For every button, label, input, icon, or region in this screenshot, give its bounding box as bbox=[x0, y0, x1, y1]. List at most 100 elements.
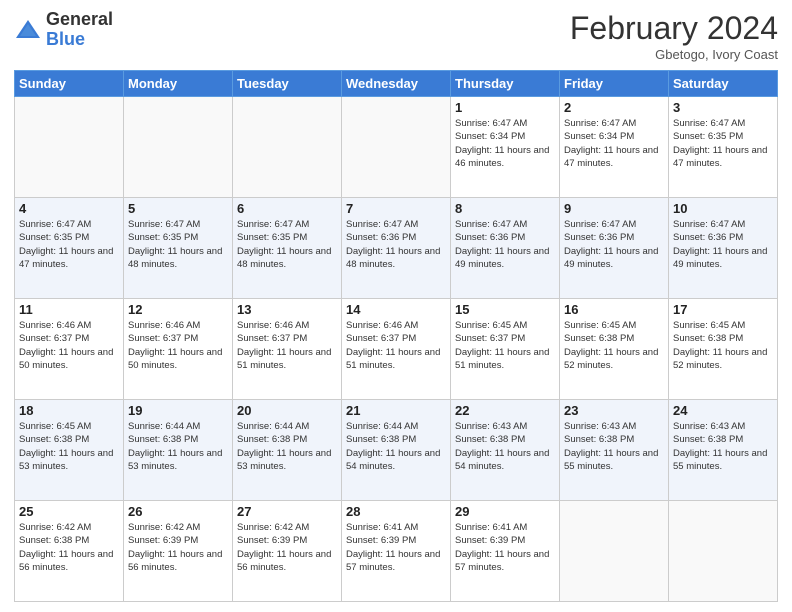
day-info: Sunrise: 6:42 AM Sunset: 6:39 PM Dayligh… bbox=[128, 521, 228, 574]
day-info: Sunrise: 6:41 AM Sunset: 6:39 PM Dayligh… bbox=[455, 521, 555, 574]
table-row: 29 Sunrise: 6:41 AM Sunset: 6:39 PM Dayli… bbox=[451, 501, 560, 602]
day-info: Sunrise: 6:41 AM Sunset: 6:39 PM Dayligh… bbox=[346, 521, 446, 574]
table-row: 11 Sunrise: 6:46 AM Sunset: 6:37 PM Dayli… bbox=[15, 299, 124, 400]
day-info: Sunrise: 6:43 AM Sunset: 6:38 PM Dayligh… bbox=[673, 420, 773, 473]
table-row: 20Sunrise: 6:44 AM Sunset: 6:38 PM Dayli… bbox=[233, 400, 342, 501]
table-row: 13Sunrise: 6:46 AM Sunset: 6:37 PM Dayli… bbox=[233, 299, 342, 400]
title-block: February 2024 Gbetogo, Ivory Coast bbox=[570, 10, 778, 62]
day-number: 15 bbox=[455, 302, 555, 317]
col-thursday: Thursday bbox=[451, 71, 560, 97]
table-row: 25 Sunrise: 6:42 AM Sunset: 6:38 PM Dayli… bbox=[15, 501, 124, 602]
table-row bbox=[669, 501, 778, 602]
day-number: 24 bbox=[673, 403, 773, 418]
day-number: 28 bbox=[346, 504, 446, 519]
day-number: 21 bbox=[346, 403, 446, 418]
day-number: 9 bbox=[564, 201, 664, 216]
col-monday: Monday bbox=[124, 71, 233, 97]
logo-blue-text: Blue bbox=[46, 30, 113, 50]
day-info: Sunrise: 6:47 AM Sunset: 6:35 PM Dayligh… bbox=[673, 117, 773, 170]
table-row: 7 Sunrise: 6:47 AM Sunset: 6:36 PM Daylig… bbox=[342, 198, 451, 299]
table-row: 22 Sunrise: 6:43 AM Sunset: 6:38 PM Dayli… bbox=[451, 400, 560, 501]
day-number: 22 bbox=[455, 403, 555, 418]
logo-general-text: General bbox=[46, 10, 113, 30]
header: General Blue February 2024 Gbetogo, Ivor… bbox=[14, 10, 778, 62]
day-info: Sunrise: 6:46 AM Sunset: 6:37 PM Dayligh… bbox=[128, 319, 228, 372]
calendar-week-row: 11 Sunrise: 6:46 AM Sunset: 6:37 PM Dayli… bbox=[15, 299, 778, 400]
day-number: 6 bbox=[237, 201, 337, 216]
calendar-table: Sunday Monday Tuesday Wednesday Thursday… bbox=[14, 70, 778, 602]
table-row: 8 Sunrise: 6:47 AM Sunset: 6:36 PM Daylig… bbox=[451, 198, 560, 299]
page: General Blue February 2024 Gbetogo, Ivor… bbox=[0, 0, 792, 612]
col-tuesday: Tuesday bbox=[233, 71, 342, 97]
day-info: Sunrise: 6:47 AM Sunset: 6:34 PM Dayligh… bbox=[455, 117, 555, 170]
day-info: Sunrise: 6:47 AM Sunset: 6:36 PM Dayligh… bbox=[346, 218, 446, 271]
table-row: 1 Sunrise: 6:47 AM Sunset: 6:34 PM Daylig… bbox=[451, 97, 560, 198]
day-info: Sunrise: 6:47 AM Sunset: 6:36 PM Dayligh… bbox=[564, 218, 664, 271]
day-number: 29 bbox=[455, 504, 555, 519]
day-info: Sunrise: 6:47 AM Sunset: 6:36 PM Dayligh… bbox=[673, 218, 773, 271]
day-number: 16 bbox=[564, 302, 664, 317]
table-row bbox=[233, 97, 342, 198]
col-wednesday: Wednesday bbox=[342, 71, 451, 97]
day-info: Sunrise: 6:46 AM Sunset: 6:37 PM Dayligh… bbox=[19, 319, 119, 372]
table-row: 4Sunrise: 6:47 AM Sunset: 6:35 PM Daylig… bbox=[15, 198, 124, 299]
month-title: February 2024 bbox=[570, 10, 778, 47]
day-number: 11 bbox=[19, 302, 119, 317]
day-info: Sunrise: 6:42 AM Sunset: 6:39 PM Dayligh… bbox=[237, 521, 337, 574]
day-number: 3 bbox=[673, 100, 773, 115]
table-row: 19Sunrise: 6:44 AM Sunset: 6:38 PM Dayli… bbox=[124, 400, 233, 501]
day-number: 7 bbox=[346, 201, 446, 216]
day-info: Sunrise: 6:47 AM Sunset: 6:36 PM Dayligh… bbox=[455, 218, 555, 271]
table-row bbox=[124, 97, 233, 198]
table-row: 10Sunrise: 6:47 AM Sunset: 6:36 PM Dayli… bbox=[669, 198, 778, 299]
table-row: 28 Sunrise: 6:41 AM Sunset: 6:39 PM Dayli… bbox=[342, 501, 451, 602]
day-info: Sunrise: 6:43 AM Sunset: 6:38 PM Dayligh… bbox=[455, 420, 555, 473]
day-info: Sunrise: 6:45 AM Sunset: 6:38 PM Dayligh… bbox=[564, 319, 664, 372]
day-number: 20 bbox=[237, 403, 337, 418]
table-row: 26 Sunrise: 6:42 AM Sunset: 6:39 PM Dayli… bbox=[124, 501, 233, 602]
calendar-week-row: 25 Sunrise: 6:42 AM Sunset: 6:38 PM Dayli… bbox=[15, 501, 778, 602]
day-number: 13 bbox=[237, 302, 337, 317]
table-row: 5Sunrise: 6:47 AM Sunset: 6:35 PM Daylig… bbox=[124, 198, 233, 299]
day-number: 12 bbox=[128, 302, 228, 317]
calendar-header-row: Sunday Monday Tuesday Wednesday Thursday… bbox=[15, 71, 778, 97]
logo-text: General Blue bbox=[46, 10, 113, 50]
table-row: 15 Sunrise: 6:45 AM Sunset: 6:37 PM Dayli… bbox=[451, 299, 560, 400]
day-number: 1 bbox=[455, 100, 555, 115]
day-number: 19 bbox=[128, 403, 228, 418]
table-row: 14 Sunrise: 6:46 AM Sunset: 6:37 PM Dayli… bbox=[342, 299, 451, 400]
table-row bbox=[15, 97, 124, 198]
day-number: 17 bbox=[673, 302, 773, 317]
day-info: Sunrise: 6:43 AM Sunset: 6:38 PM Dayligh… bbox=[564, 420, 664, 473]
day-number: 8 bbox=[455, 201, 555, 216]
table-row bbox=[342, 97, 451, 198]
day-info: Sunrise: 6:45 AM Sunset: 6:37 PM Dayligh… bbox=[455, 319, 555, 372]
logo: General Blue bbox=[14, 10, 113, 50]
day-number: 25 bbox=[19, 504, 119, 519]
calendar-week-row: 18Sunrise: 6:45 AM Sunset: 6:38 PM Dayli… bbox=[15, 400, 778, 501]
table-row: 6Sunrise: 6:47 AM Sunset: 6:35 PM Daylig… bbox=[233, 198, 342, 299]
table-row: 21Sunrise: 6:44 AM Sunset: 6:38 PM Dayli… bbox=[342, 400, 451, 501]
day-number: 5 bbox=[128, 201, 228, 216]
table-row: 23Sunrise: 6:43 AM Sunset: 6:38 PM Dayli… bbox=[560, 400, 669, 501]
calendar-week-row: 4Sunrise: 6:47 AM Sunset: 6:35 PM Daylig… bbox=[15, 198, 778, 299]
table-row: 17 Sunrise: 6:45 AM Sunset: 6:38 PM Dayli… bbox=[669, 299, 778, 400]
day-number: 14 bbox=[346, 302, 446, 317]
day-number: 18 bbox=[19, 403, 119, 418]
day-info: Sunrise: 6:42 AM Sunset: 6:38 PM Dayligh… bbox=[19, 521, 119, 574]
col-friday: Friday bbox=[560, 71, 669, 97]
table-row: 18Sunrise: 6:45 AM Sunset: 6:38 PM Dayli… bbox=[15, 400, 124, 501]
calendar-week-row: 1 Sunrise: 6:47 AM Sunset: 6:34 PM Daylig… bbox=[15, 97, 778, 198]
day-info: Sunrise: 6:45 AM Sunset: 6:38 PM Dayligh… bbox=[673, 319, 773, 372]
day-number: 26 bbox=[128, 504, 228, 519]
table-row bbox=[560, 501, 669, 602]
day-number: 27 bbox=[237, 504, 337, 519]
day-info: Sunrise: 6:46 AM Sunset: 6:37 PM Dayligh… bbox=[346, 319, 446, 372]
logo-icon bbox=[14, 16, 42, 44]
day-info: Sunrise: 6:47 AM Sunset: 6:34 PM Dayligh… bbox=[564, 117, 664, 170]
table-row: 3 Sunrise: 6:47 AM Sunset: 6:35 PM Daylig… bbox=[669, 97, 778, 198]
day-number: 4 bbox=[19, 201, 119, 216]
location: Gbetogo, Ivory Coast bbox=[570, 47, 778, 62]
table-row: 12 Sunrise: 6:46 AM Sunset: 6:37 PM Dayli… bbox=[124, 299, 233, 400]
day-number: 2 bbox=[564, 100, 664, 115]
